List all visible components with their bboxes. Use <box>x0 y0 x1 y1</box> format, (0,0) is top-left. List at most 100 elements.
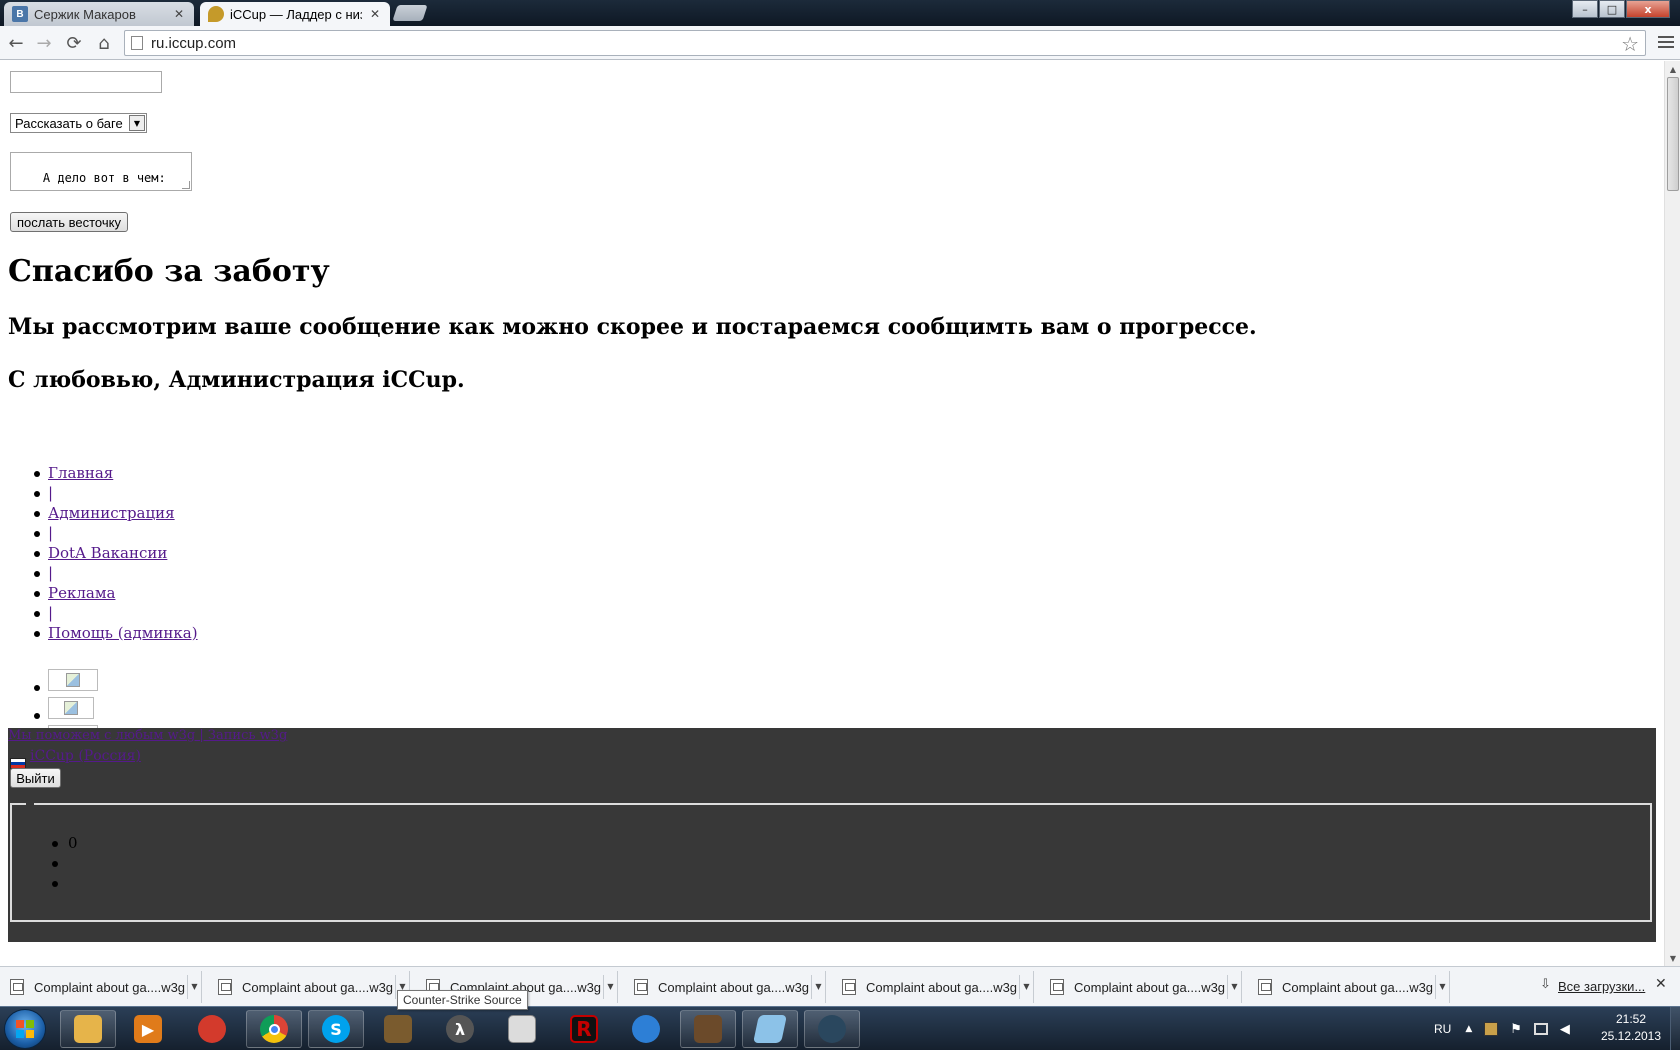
stats-list: 0 <box>50 833 78 893</box>
taskbar-warcraft[interactable] <box>680 1010 736 1048</box>
file-icon <box>218 979 232 995</box>
list-item <box>50 853 78 873</box>
nav-link-dota-vacancies[interactable]: DotA Вакансии <box>48 544 167 562</box>
show-all-downloads-link[interactable]: Все загрузки... <box>1558 979 1645 994</box>
clock-date: 25.12.2013 <box>1600 1029 1662 1043</box>
download-item[interactable]: Complaint about ga....w3g ▼ <box>214 971 410 1003</box>
tab-title: Сержик Макаров <box>34 6 136 22</box>
replay-link[interactable]: Мы поможем с любым w3g | Запись w3g <box>8 728 287 743</box>
topic-select[interactable]: Рассказать о баге ▼ <box>10 113 147 133</box>
tab-vk[interactable]: B Сержик Макаров ✕ <box>4 2 194 26</box>
chevron-down-icon[interactable]: ▼ <box>811 975 825 999</box>
chevron-down-icon: ▼ <box>129 115 145 131</box>
tab-close-icon[interactable]: ✕ <box>368 7 382 21</box>
reload-icon[interactable]: ⟳ <box>62 31 86 55</box>
download-item[interactable]: Complaint about ga....w3g ▼ <box>838 971 1034 1003</box>
network-icon[interactable] <box>1533 1023 1548 1035</box>
logout-button[interactable]: Выйти <box>10 768 61 788</box>
taskbar-explorer[interactable] <box>60 1010 116 1048</box>
taskbar-r-app[interactable]: R <box>556 1010 612 1048</box>
taskbar-media-player[interactable]: ▶ <box>120 1010 176 1048</box>
back-icon[interactable]: ← <box>4 31 28 55</box>
window-controls: – □ x <box>1572 0 1670 18</box>
taskbar-app-red[interactable] <box>184 1010 240 1048</box>
chevron-down-icon[interactable]: ▼ <box>603 975 617 999</box>
menu-icon[interactable] <box>1658 34 1674 50</box>
chevron-down-icon[interactable]: ▼ <box>187 975 201 999</box>
name-input[interactable] <box>10 71 162 93</box>
windows-taskbar: ▶ S λ R RU ▲ ⚑ ◀ 21:52 25.12.2013 <box>0 1006 1680 1050</box>
show-desktop-button[interactable] <box>1670 1007 1680 1050</box>
bnet-icon <box>632 1015 660 1043</box>
send-message-button[interactable]: послать весточку <box>10 212 128 232</box>
page-viewport: Рассказать о баге ▼ А дело вот в чем: по… <box>0 61 1664 966</box>
bookmark-star-icon[interactable]: ☆ <box>1621 32 1639 56</box>
taskbar-skype[interactable]: S <box>308 1010 364 1048</box>
message-textarea[interactable]: А дело вот в чем: <box>10 152 192 191</box>
vertical-scrollbar[interactable]: ▲ ▼ <box>1664 61 1680 966</box>
taskbar-dota[interactable] <box>370 1010 426 1048</box>
message-text: Мы рассмотрим ваше сообщение как можно с… <box>8 314 1257 340</box>
fieldset-legend <box>26 802 34 806</box>
taskbar-bnet[interactable] <box>618 1010 674 1048</box>
list-item <box>50 873 78 893</box>
nav-link-administration[interactable]: Администрация <box>48 504 175 522</box>
scroll-up-icon[interactable]: ▲ <box>1665 61 1680 77</box>
action-center-flag-icon[interactable]: ⚑ <box>1510 1022 1522 1037</box>
close-shelf-icon[interactable]: ✕ <box>1655 976 1667 992</box>
volume-icon[interactable]: ◀ <box>1560 1022 1570 1037</box>
taskbar-notepad[interactable] <box>494 1010 550 1048</box>
home-icon[interactable]: ⌂ <box>92 31 116 55</box>
download-item[interactable]: Complaint about ga....w3g ▼ <box>630 971 826 1003</box>
half-life-icon: λ <box>446 1015 474 1043</box>
browser-titlebar: B Сержик Макаров ✕ iCCup — Ладдер с низк… <box>0 0 1680 26</box>
nav-item-home: Главная <box>30 463 198 483</box>
start-button[interactable] <box>4 1009 46 1049</box>
download-arrow-icon: ⇩ <box>1540 977 1551 992</box>
nav-separator: | <box>30 603 198 623</box>
download-item[interactable]: Complaint about ga....w3g ▼ <box>1254 971 1450 1003</box>
windows-logo-icon <box>16 1020 34 1038</box>
dota-icon <box>384 1015 412 1043</box>
download-name: Complaint about ga....w3g <box>1074 979 1226 995</box>
tab-close-icon[interactable]: ✕ <box>172 7 186 21</box>
nav-item-dota-vacancies: DotA Вакансии <box>30 543 198 563</box>
taskbar-clock[interactable]: 21:52 25.12.2013 <box>1594 1011 1668 1045</box>
taskbar-pad[interactable] <box>742 1010 798 1048</box>
scroll-down-icon[interactable]: ▼ <box>1665 950 1680 966</box>
broken-image-icon[interactable] <box>48 669 98 691</box>
taskbar-half-life[interactable]: λ <box>432 1010 488 1048</box>
chevron-down-icon[interactable]: ▼ <box>1227 975 1241 999</box>
thanks-heading: Спасибо за заботу <box>8 254 330 289</box>
tab-iccup[interactable]: iCCup — Ладдер с низким ✕ <box>200 2 390 26</box>
tray-expand-icon[interactable]: ▲ <box>1465 1024 1472 1034</box>
new-tab-button[interactable] <box>392 5 428 21</box>
tray-app-icon[interactable] <box>1484 1022 1499 1036</box>
address-text: ru.iccup.com <box>151 34 237 52</box>
skype-icon: S <box>322 1015 350 1043</box>
taskbar-chrome[interactable] <box>246 1010 302 1048</box>
address-bar[interactable]: ru.iccup.com ☆ <box>124 30 1646 56</box>
download-item[interactable]: Complaint about ga....w3g ▼ <box>6 971 202 1003</box>
forward-icon[interactable]: → <box>32 31 56 55</box>
file-icon <box>1050 979 1064 995</box>
minimize-button[interactable]: – <box>1572 0 1598 18</box>
region-link[interactable]: iCCup (Россия) <box>30 748 141 764</box>
language-indicator[interactable]: RU <box>1434 1022 1451 1036</box>
nav-item-advertising: Реклама <box>30 583 198 603</box>
close-window-button[interactable]: x <box>1626 0 1670 18</box>
clock-time: 21:52 <box>1615 1012 1647 1026</box>
chevron-down-icon[interactable]: ▼ <box>1435 975 1449 999</box>
download-item[interactable]: Complaint about ga....w3g ▼ <box>1046 971 1242 1003</box>
taskbar-steam[interactable] <box>804 1010 860 1048</box>
resize-grip-icon[interactable] <box>182 181 190 189</box>
nav-link-advertising[interactable]: Реклама <box>48 584 115 602</box>
app-icon <box>198 1015 226 1043</box>
scroll-thumb[interactable] <box>1667 77 1679 191</box>
nav-link-home[interactable]: Главная <box>48 464 113 482</box>
maximize-button[interactable]: □ <box>1599 0 1625 18</box>
nav-link-help[interactable]: Помощь (админка) <box>48 624 198 642</box>
browser-toolbar: ← → ⟳ ⌂ ru.iccup.com ☆ <box>0 26 1680 60</box>
broken-image-icon[interactable] <box>48 697 94 719</box>
chevron-down-icon[interactable]: ▼ <box>1019 975 1033 999</box>
